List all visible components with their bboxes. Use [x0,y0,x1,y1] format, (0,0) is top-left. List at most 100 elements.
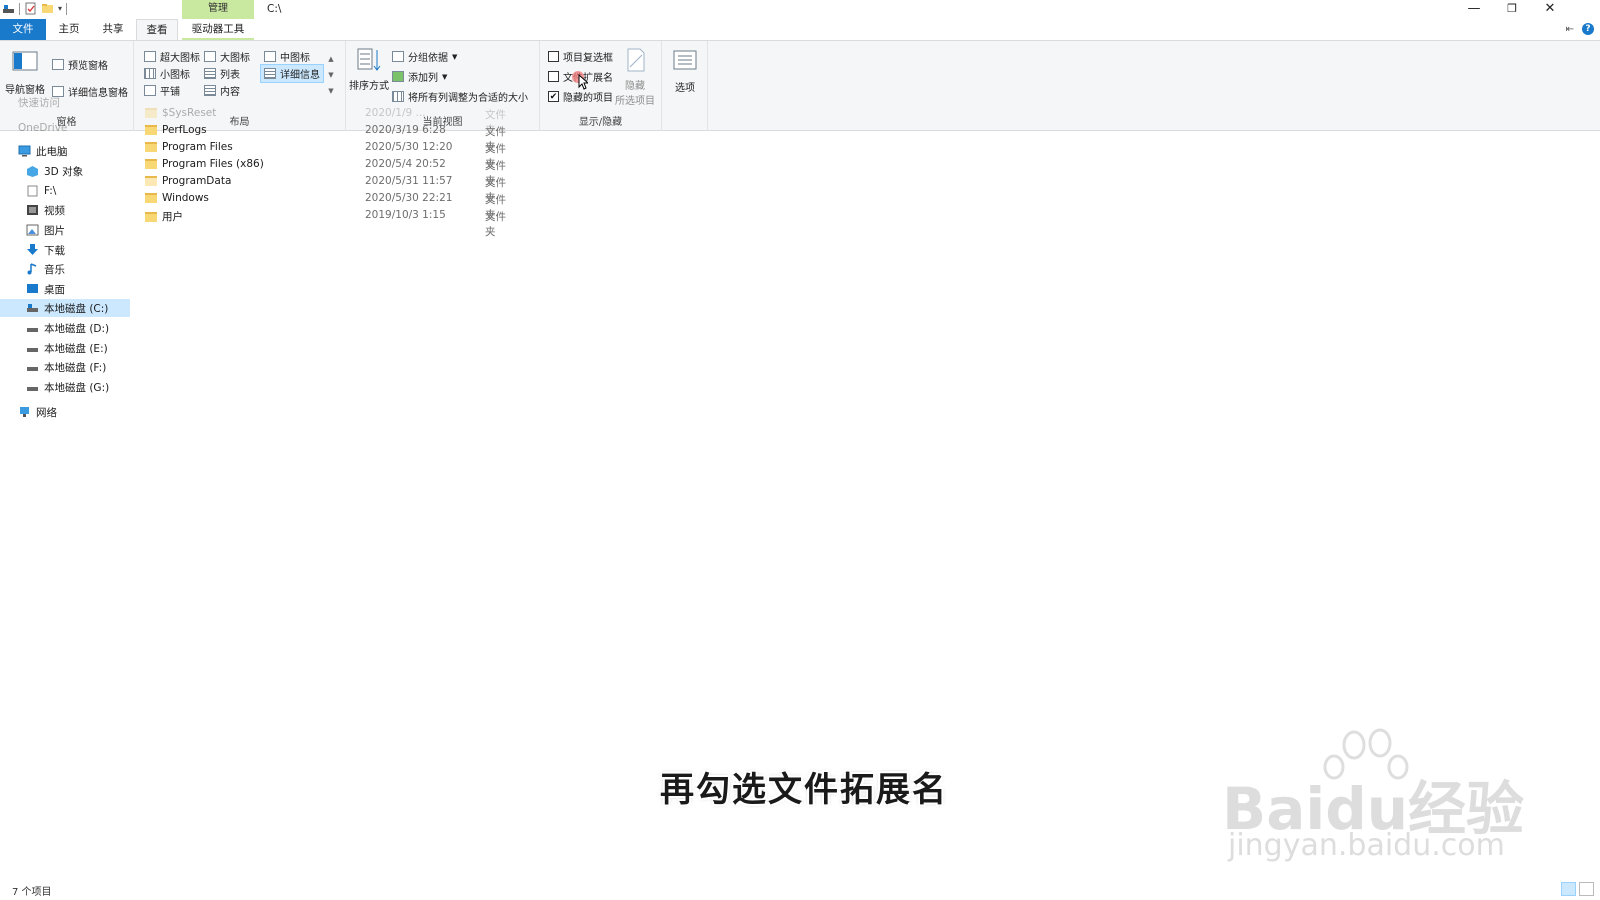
close-button[interactable]: ✕ [1532,0,1568,19]
hidden-items-toggle[interactable]: 隐藏的项目 [548,89,613,104]
nav-pane-icon [12,51,38,77]
pictures-icon [26,224,39,236]
hidden-items-checkbox[interactable] [548,91,559,102]
nav-item-videos[interactable]: 视频 [0,201,130,219]
folder-icon [145,176,157,186]
network-icon [18,406,31,418]
item-checkboxes-toggle[interactable]: 项目复选框 [548,49,613,64]
options-icon [672,49,698,75]
table-row[interactable]: Windows 2020/5/30 22:21 文件夹 [145,191,515,221]
group-by-button[interactable]: 分组依据 ▼ [392,49,457,64]
nav-item-disk-g[interactable]: 本地磁盘 (G:) [0,378,130,396]
manage-context-label: 管理 [182,0,254,19]
folder-icon [145,108,157,118]
medium-icons-icon [264,51,276,62]
file-extensions-checkbox[interactable] [548,71,559,82]
table-row[interactable]: PerfLogs 2020/3/19 6:28 文件夹 [145,123,515,153]
preview-pane-icon [52,59,64,70]
layout-large[interactable]: 大图标 [204,49,250,64]
tab-view[interactable]: 查看 [136,19,178,40]
group-show-hide: 项目复选框 文件扩展名 隐藏的项目 隐藏 所选项目 显示/隐藏 [540,41,662,131]
group-panes: 导航窗格 预览窗格 详细信息窗格 窗格 [0,41,134,131]
nav-item-desktop[interactable]: 桌面 [0,280,130,298]
preview-pane-button[interactable]: 预览窗格 [52,57,108,72]
sort-icon [356,47,382,73]
nav-item-music[interactable]: 音乐 [0,260,130,278]
nav-quick-access[interactable]: 快速访问 [18,93,148,111]
drive-icon [26,185,39,197]
layout-small[interactable]: 小图标 [144,66,190,81]
layout-list[interactable]: 列表 [204,66,240,81]
large-icons-view-button[interactable] [1579,882,1594,896]
tab-drive-tools[interactable]: 驱动器工具 [182,19,254,40]
large-icons-icon [204,51,216,62]
folder-icon [145,159,157,169]
table-row[interactable]: Program Files 2020/5/30 12:20 文件夹 [145,140,515,170]
mouse-cursor-icon [578,73,590,90]
add-columns-button[interactable]: 添加列 ▼ [392,69,447,84]
nav-item-downloads[interactable]: 下载 [0,241,130,259]
layout-tiles[interactable]: 平铺 [144,83,180,98]
drive-app-icon [2,2,15,15]
minimize-button[interactable]: — [1456,0,1492,19]
group-by-icon [392,51,404,62]
nav-this-pc[interactable]: 此电脑 [0,142,130,160]
nav-item-pictures[interactable]: 图片 [0,221,130,239]
layout-extra-large[interactable]: 超大图标 [144,49,200,64]
pin-ribbon-icon[interactable]: ⇤ [1566,24,1574,35]
options-button[interactable]: 选项 [664,49,706,94]
quick-access-toolbar: ▾ [2,2,68,15]
table-row[interactable]: ProgramData 2020/5/31 11:57 文件夹 [145,174,515,204]
title-bar: ▾ 管理 C:\ — ❐ ✕ [0,0,1600,19]
computer-icon [18,145,31,157]
nav-item-disk-d[interactable]: 本地磁盘 (D:) [0,319,130,337]
layout-content[interactable]: 内容 [204,83,240,98]
details-view-button[interactable] [1561,882,1576,896]
disk-icon [26,361,39,373]
table-row[interactable]: $SysReset 2020/1/9 ... 文件夹 [145,106,515,136]
tutorial-caption: 再勾选文件拓展名 [660,770,948,810]
table-row[interactable]: 用户 2019/10/3 1:15 文件夹 [145,208,515,238]
customize-qat-icon[interactable]: ▾ [58,4,62,13]
status-bar: 7 个项目 [0,879,1600,900]
folder-icon [145,193,157,203]
sort-by-button[interactable]: 排序方式 [348,47,390,92]
nav-item-3d-objects[interactable]: 3D 对象 [0,162,130,180]
nav-pane-button[interactable]: 导航窗格 [4,51,46,96]
tab-share[interactable]: 共享 [98,19,128,40]
item-checkboxes-checkbox[interactable] [548,51,559,62]
nav-item-disk-e[interactable]: 本地磁盘 (E:) [0,339,130,357]
details-icon [264,68,276,79]
help-icon[interactable]: ? [1582,23,1594,35]
size-columns-icon [392,91,404,102]
desktop-icon [26,283,39,295]
disk-icon [26,302,39,314]
restore-button[interactable]: ❐ [1494,0,1530,19]
table-row[interactable]: Program Files (x86) 2020/5/4 20:52 文件夹 [145,157,515,187]
music-icon [26,263,39,275]
folder-icon [145,142,157,152]
new-folder-icon[interactable] [41,2,54,15]
nav-network[interactable]: 网络 [0,403,130,421]
layout-scroll[interactable]: ▲ ▼ ▼ [326,51,336,99]
navigation-pane: 快速访问 OneDrive 此电脑 3D 对象 F:\ 视频 图片 下载 音乐 … [0,97,130,879]
add-columns-icon [392,71,404,82]
hide-selected-icon [622,47,648,73]
layout-details[interactable]: 详细信息 [260,64,324,83]
video-icon [26,204,39,216]
nav-item-f-root[interactable]: F:\ [0,182,130,200]
layout-medium[interactable]: 中图标 [264,49,310,64]
small-icons-icon [144,68,156,79]
extra-large-icons-icon [144,51,156,62]
nav-onedrive[interactable]: OneDrive [18,119,148,137]
3d-objects-icon [26,165,39,177]
size-columns-button[interactable]: 将所有列调整为合适的大小 [392,89,528,104]
nav-item-disk-f[interactable]: 本地磁盘 (F:) [0,358,130,376]
watermark-url: jingyan.baidu.com [1228,828,1505,863]
nav-item-disk-c[interactable]: 本地磁盘 (C:) [0,299,130,317]
properties-icon[interactable] [24,2,37,15]
tab-file[interactable]: 文件 [0,19,46,40]
content-icon [204,85,216,96]
hide-selected-button[interactable]: 隐藏 所选项目 [612,47,658,107]
tab-home[interactable]: 主页 [54,19,84,40]
